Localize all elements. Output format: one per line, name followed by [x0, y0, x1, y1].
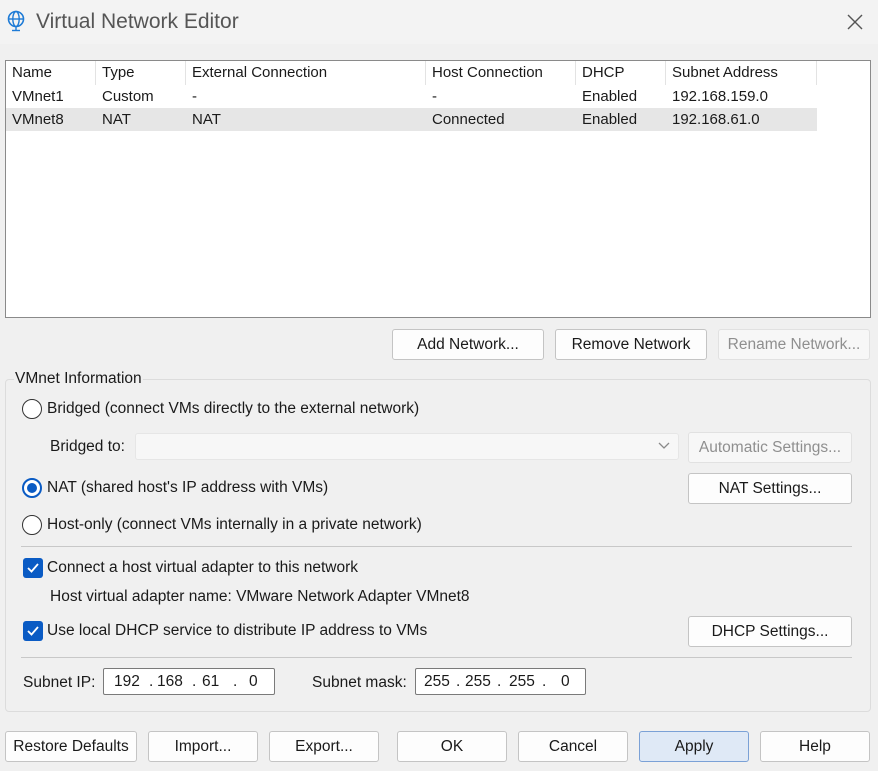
ip-dot: .	[497, 673, 502, 690]
cell-dhcp: Enabled	[582, 88, 638, 105]
cell-external: -	[192, 88, 197, 105]
subnet-ip-input[interactable]: 192 . 168 . 61 . 0	[103, 668, 275, 695]
bridged-radio[interactable]	[22, 399, 42, 419]
connect-adapter-checkbox[interactable]	[23, 558, 43, 578]
cell-subnet: 192.168.61.0	[672, 111, 760, 128]
network-list[interactable]: Name Type External Connection Host Conne…	[5, 60, 871, 318]
check-icon	[27, 563, 39, 573]
automatic-settings-button[interactable]: Automatic Settings...	[688, 432, 852, 463]
cell-subnet: 192.168.159.0	[672, 88, 768, 105]
globe-icon	[7, 10, 25, 32]
check-icon	[27, 626, 39, 636]
ip-dot: .	[542, 673, 547, 690]
bridged-label[interactable]: Bridged (connect VMs directly to the ext…	[47, 400, 419, 418]
remove-network-button[interactable]: Remove Network	[555, 329, 707, 360]
close-button[interactable]	[832, 0, 878, 44]
separator	[21, 546, 852, 547]
subnet-mask-label: Subnet mask:	[312, 674, 407, 691]
cell-dhcp: Enabled	[582, 111, 638, 128]
column-header-subnet-address[interactable]: Subnet Address	[666, 61, 817, 85]
cell-host: Connected	[432, 111, 505, 128]
ip-dot: .	[192, 673, 197, 690]
subnet-ip-label: Subnet IP:	[23, 674, 96, 691]
cell-name: VMnet1	[12, 88, 64, 105]
nat-label[interactable]: NAT (shared host's IP address with VMs)	[47, 479, 328, 497]
subnet-mask-octet-2: 255	[465, 673, 491, 690]
export-button[interactable]: Export...	[269, 731, 379, 762]
use-dhcp-checkbox[interactable]	[23, 621, 43, 641]
list-header: Name Type External Connection Host Conne…	[6, 61, 817, 85]
subnet-mask-octet-1: 255	[424, 673, 450, 690]
cell-host: -	[432, 88, 437, 105]
window-title: Virtual Network Editor	[36, 10, 239, 33]
ip-dot: .	[456, 673, 461, 690]
ip-dot: .	[149, 673, 154, 690]
subnet-ip-octet-4: 0	[249, 673, 258, 690]
host-only-radio[interactable]	[22, 515, 42, 535]
chevron-down-icon	[658, 442, 670, 449]
apply-button[interactable]: Apply	[639, 731, 749, 762]
close-icon	[847, 14, 863, 30]
help-button[interactable]: Help	[760, 731, 870, 762]
adapter-name-text: Host virtual adapter name: VMware Networ…	[50, 588, 470, 605]
subnet-mask-octet-3: 255	[509, 673, 535, 690]
subnet-ip-octet-3: 61	[202, 673, 220, 690]
table-row-selected[interactable]: VMnet8 NAT NAT Connected Enabled 192.168…	[6, 108, 817, 131]
use-dhcp-label[interactable]: Use local DHCP service to distribute IP …	[47, 622, 427, 640]
cell-type: NAT	[102, 111, 131, 128]
subnet-ip-octet-2: 168	[157, 673, 183, 690]
ip-dot: .	[233, 673, 238, 690]
cancel-button[interactable]: Cancel	[518, 731, 628, 762]
column-header-host-connection[interactable]: Host Connection	[426, 61, 576, 85]
add-network-button[interactable]: Add Network...	[392, 329, 544, 360]
column-header-external-connection[interactable]: External Connection	[186, 61, 426, 85]
column-header-type[interactable]: Type	[96, 61, 186, 85]
title-bar: Virtual Network Editor	[0, 0, 878, 44]
bridged-to-label: Bridged to:	[50, 438, 125, 455]
bridged-to-select[interactable]	[135, 433, 679, 460]
subnet-mask-octet-4: 0	[561, 673, 570, 690]
column-header-dhcp[interactable]: DHCP	[576, 61, 666, 85]
subnet-ip-octet-1: 192	[114, 673, 140, 690]
subnet-mask-input[interactable]: 255 . 255 . 255 . 0	[415, 668, 586, 695]
connect-adapter-label[interactable]: Connect a host virtual adapter to this n…	[47, 559, 358, 577]
ok-button[interactable]: OK	[397, 731, 507, 762]
cell-external: NAT	[192, 111, 221, 128]
nat-settings-button[interactable]: NAT Settings...	[688, 473, 852, 504]
nat-radio[interactable]	[22, 478, 42, 498]
dhcp-settings-button[interactable]: DHCP Settings...	[688, 616, 852, 647]
cell-type: Custom	[102, 88, 154, 105]
table-row[interactable]: VMnet1 Custom - - Enabled 192.168.159.0	[6, 85, 817, 108]
restore-defaults-button[interactable]: Restore Defaults	[5, 731, 137, 762]
import-button[interactable]: Import...	[148, 731, 258, 762]
rename-network-button[interactable]: Rename Network...	[718, 329, 870, 360]
separator	[21, 657, 852, 658]
cell-name: VMnet8	[12, 111, 64, 128]
column-header-name[interactable]: Name	[6, 61, 96, 85]
host-only-label[interactable]: Host-only (connect VMs internally in a p…	[47, 516, 422, 534]
vmnet-information-label: VMnet Information	[14, 370, 143, 388]
